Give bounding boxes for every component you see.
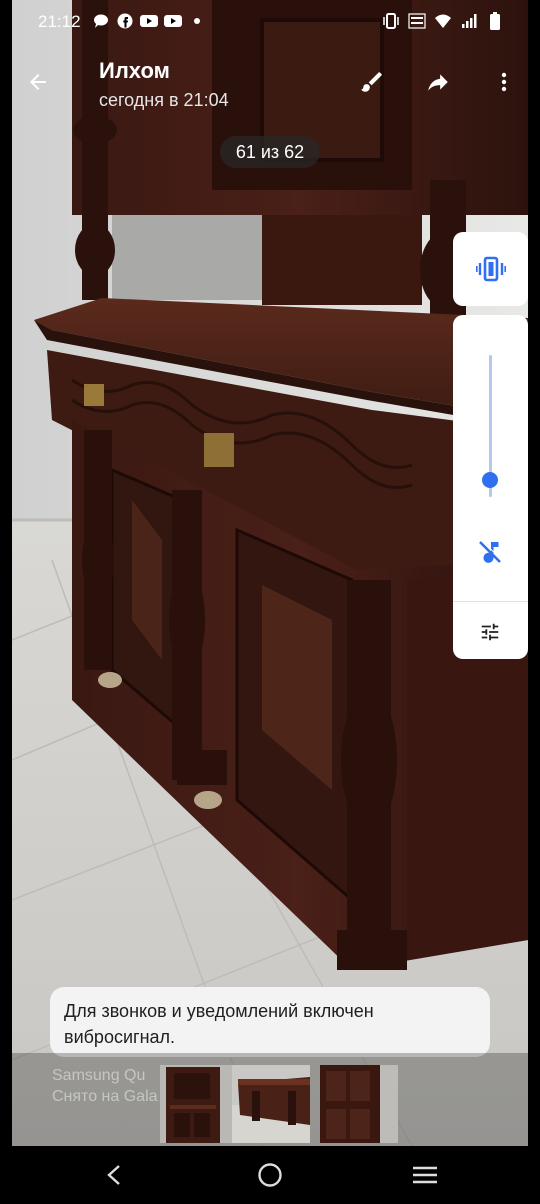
top-bar-actions — [354, 64, 522, 100]
arrow-back-icon — [30, 74, 46, 90]
photo-viewer[interactable] — [12, 0, 528, 1146]
watermark-line-2: Снято на Gala — [52, 1088, 158, 1105]
edit-brush-icon — [361, 72, 382, 92]
wifi-icon — [434, 12, 452, 30]
more-vert-icon — [501, 72, 507, 92]
volume-slider-thumb[interactable] — [482, 471, 498, 488]
ringer-mode-button[interactable] — [453, 232, 528, 306]
youtube-icon — [164, 12, 182, 30]
photo-counter: 61 из 62 — [220, 136, 320, 168]
more-options-button[interactable] — [486, 64, 522, 100]
home-nav-icon — [258, 1163, 282, 1187]
nav-home-button[interactable] — [252, 1160, 288, 1190]
recents-nav-icon — [413, 1166, 437, 1184]
thumbnail-strip: Samsung Qu Снято на Gala — [12, 1053, 528, 1146]
nav-back-button[interactable] — [96, 1160, 132, 1190]
thumbnail-1[interactable] — [160, 1065, 238, 1143]
signal-icon — [460, 12, 478, 30]
vibrate-icon — [382, 12, 400, 30]
facebook-icon — [116, 12, 134, 30]
battery-icon — [486, 12, 504, 30]
nav-recents-button[interactable] — [407, 1160, 443, 1190]
volume-panel — [453, 315, 528, 659]
vibrate-icon — [475, 256, 506, 282]
message-timestamp: сегодня в 21:04 — [99, 90, 229, 110]
tune-icon — [481, 623, 499, 641]
watermark-line-1: Samsung Qu — [52, 1067, 146, 1084]
back-nav-icon — [107, 1165, 120, 1185]
status-time: 21:12 — [38, 12, 81, 31]
music-muted-icon — [479, 539, 503, 563]
youtube-icon — [140, 12, 158, 30]
edit-button[interactable] — [354, 64, 390, 100]
camera-watermark: Samsung Qu Снято на Gala — [52, 1065, 158, 1107]
share-forward-icon — [428, 74, 448, 91]
vibration-toast: Для звонков и уведомлений включен виброс… — [50, 987, 490, 1057]
volte-icon — [408, 12, 426, 30]
volume-panel-divider — [453, 601, 528, 602]
share-button[interactable] — [420, 64, 456, 100]
thumbnail-3[interactable] — [320, 1065, 398, 1143]
media-mute-button[interactable] — [475, 537, 505, 567]
bubble-icon — [92, 12, 110, 30]
status-bar: 21:12 — [0, 0, 540, 44]
system-status-icons — [382, 12, 504, 30]
viewer-top-bar: Илхом сегодня в 21:04 — [0, 44, 540, 122]
back-button[interactable] — [20, 64, 56, 100]
dot-icon — [188, 12, 206, 30]
thumbnail-2[interactable] — [232, 1065, 310, 1143]
notification-icons — [92, 12, 206, 30]
cabinet-photo — [12, 0, 528, 1146]
system-nav-bar — [0, 1146, 540, 1204]
sound-settings-button[interactable] — [475, 617, 505, 647]
sender-name: Илхом — [99, 58, 170, 83]
